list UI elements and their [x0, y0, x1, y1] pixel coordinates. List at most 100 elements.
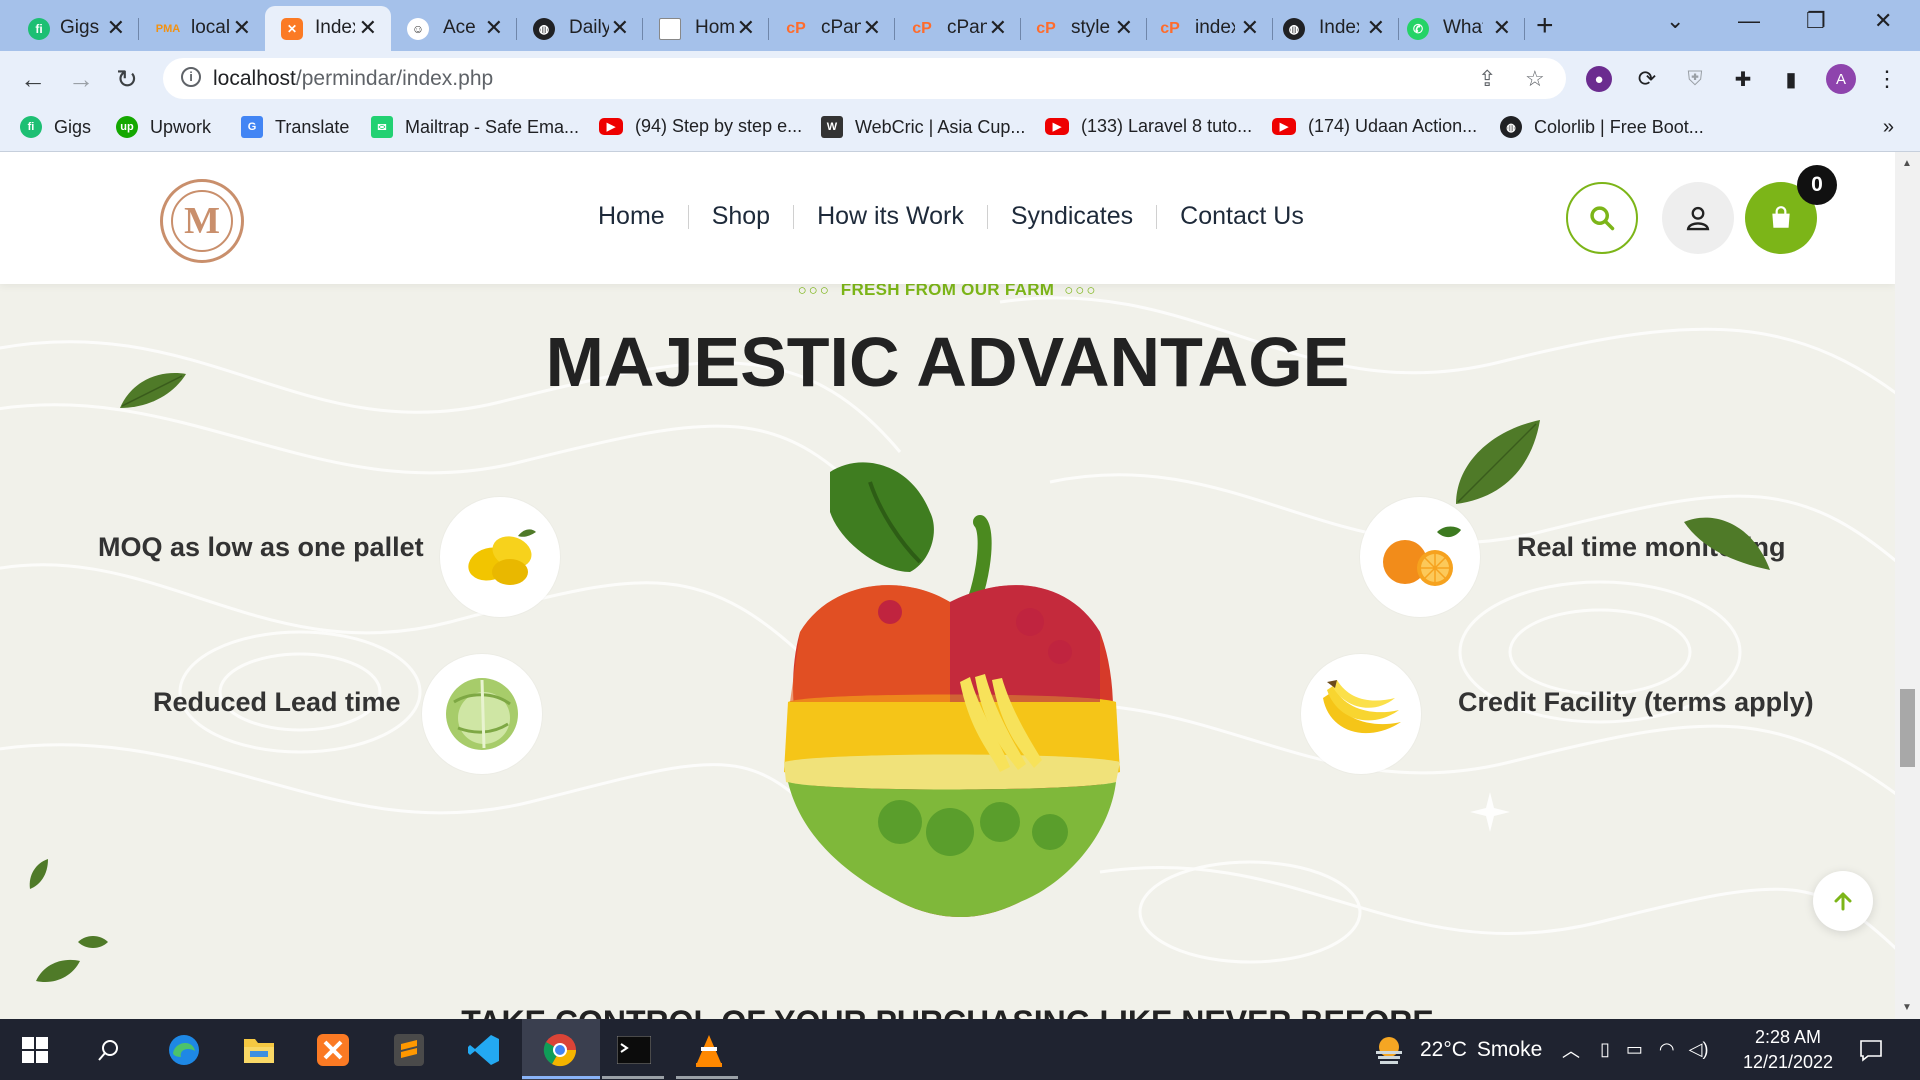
- close-icon[interactable]: ✕: [233, 15, 251, 41]
- extensions-puzzle-icon[interactable]: ✚: [1730, 66, 1756, 92]
- extension-color-icon[interactable]: ●: [1586, 66, 1612, 92]
- edge-browser-icon[interactable]: [165, 1031, 203, 1069]
- scroll-up-arrow-icon[interactable]: ▲: [1902, 158, 1912, 169]
- file-explorer-icon[interactable]: [240, 1031, 278, 1069]
- url-text[interactable]: localhost/permindar/index.php: [213, 67, 493, 91]
- cpanel-icon: cP: [1036, 20, 1056, 37]
- browser-tab[interactable]: ✆ WhatsApp ✕: [1399, 6, 1525, 51]
- bookmark-item[interactable]: ▶ (174) Udaan Action...: [1272, 116, 1477, 137]
- notification-icon[interactable]: [1852, 1031, 1890, 1069]
- browser-tab[interactable]: fi Gigs ✕: [0, 6, 139, 51]
- account-button[interactable]: [1662, 182, 1734, 254]
- bookmark-star-icon[interactable]: ☆: [1525, 66, 1545, 92]
- browser-tab-active[interactable]: ✕ Index ✕: [265, 6, 391, 51]
- browser-toolbar: ← → ↻ i localhost/permindar/index.php ⇪ …: [0, 51, 1920, 106]
- browser-tab[interactable]: cP index ✕: [1147, 6, 1273, 51]
- close-icon[interactable]: ✕: [107, 15, 125, 41]
- scroll-down-arrow-icon[interactable]: ▼: [1902, 1002, 1912, 1013]
- browser-tab[interactable]: ◍ Daily ✕: [517, 6, 643, 51]
- share-icon[interactable]: ⇪: [1478, 66, 1496, 92]
- restore-button[interactable]: ❐: [1806, 8, 1826, 34]
- menu-kebab-icon[interactable]: ⋮: [1874, 66, 1900, 92]
- close-icon[interactable]: ✕: [989, 15, 1007, 41]
- vlc-icon[interactable]: [690, 1031, 728, 1069]
- weather-widget[interactable]: 22°C Smoke: [1372, 1019, 1542, 1080]
- cpanel-icon: cP: [1160, 20, 1180, 37]
- close-icon[interactable]: ✕: [1115, 15, 1133, 41]
- tab-label: style: [1071, 17, 1111, 38]
- close-icon[interactable]: ✕: [359, 15, 377, 41]
- bookmark-item[interactable]: W WebCric | Asia Cup...: [821, 116, 1025, 138]
- ace-icon: ☺: [407, 18, 429, 40]
- volume-icon[interactable]: ◁): [1689, 1039, 1709, 1060]
- search-icon[interactable]: [90, 1031, 128, 1069]
- site-info-icon[interactable]: i: [181, 67, 201, 87]
- vscode-icon[interactable]: [465, 1031, 503, 1069]
- browser-tab[interactable]: Home ✕: [643, 6, 769, 51]
- close-icon[interactable]: ✕: [611, 15, 629, 41]
- scrollbar-thumb[interactable]: [1900, 689, 1915, 767]
- battery-icon[interactable]: ▭: [1626, 1039, 1643, 1060]
- system-clock[interactable]: 2:28 AM 12/21/2022: [1738, 1025, 1838, 1075]
- shopping-bag-icon: [1772, 206, 1790, 228]
- bookmark-item[interactable]: ◍ Colorlib | Free Boot...: [1500, 116, 1704, 138]
- browser-tab[interactable]: cP style ✕: [1021, 6, 1147, 51]
- search-button[interactable]: [1566, 182, 1638, 254]
- phpmyadmin-icon: PMA: [155, 23, 181, 35]
- nav-syndicates[interactable]: Syndicates: [988, 202, 1156, 231]
- windows-start-icon[interactable]: [16, 1031, 54, 1069]
- feature-moq: MOQ as low as one pallet: [98, 532, 424, 562]
- xampp-icon[interactable]: [314, 1031, 352, 1069]
- bookmark-item[interactable]: fi Gigs: [20, 116, 91, 138]
- bookmark-item[interactable]: ▶ (133) Laravel 8 tuto...: [1045, 116, 1252, 137]
- bookmark-item[interactable]: ✉ Mailtrap - Safe Ema...: [371, 116, 579, 138]
- tab-search-icon[interactable]: ⌄: [1666, 8, 1684, 34]
- browser-tab[interactable]: cP cPanel ✕: [769, 6, 895, 51]
- user-icon: [1686, 206, 1710, 231]
- close-icon[interactable]: ✕: [1367, 15, 1385, 41]
- browser-tab-strip: fi Gigs ✕ PMA localhost ✕ ✕ Index ✕ ☺ Ac…: [0, 0, 1920, 51]
- nav-shop[interactable]: Shop: [689, 202, 793, 231]
- device-icon[interactable]: ▯: [1600, 1039, 1610, 1060]
- browser-tab[interactable]: cP cPanel ✕: [895, 6, 1021, 51]
- youtube-icon: ▶: [1272, 118, 1296, 135]
- wifi-icon[interactable]: ◠: [1659, 1039, 1675, 1060]
- browser-tab[interactable]: ☺ Ace ✕: [391, 6, 517, 51]
- new-tab-button[interactable]: +: [1536, 9, 1554, 43]
- nav-home[interactable]: Home: [598, 202, 688, 231]
- nav-how-it-works[interactable]: How its Work: [794, 202, 987, 231]
- extension-shield-icon[interactable]: ⛨: [1682, 66, 1708, 92]
- side-panel-icon[interactable]: ▮: [1778, 66, 1804, 92]
- profile-avatar[interactable]: A: [1826, 64, 1856, 94]
- site-logo[interactable]: M: [160, 179, 244, 263]
- chevron-up-icon[interactable]: ︿: [1562, 1037, 1580, 1063]
- close-icon[interactable]: ✕: [1241, 15, 1259, 41]
- extension-sync-icon[interactable]: ⟳: [1634, 66, 1660, 92]
- browser-tab[interactable]: ◍ Index ✕: [1273, 6, 1399, 51]
- close-icon[interactable]: ✕: [737, 15, 755, 41]
- bookmark-item[interactable]: ▶ (94) Step by step e...: [599, 116, 802, 137]
- close-icon[interactable]: ✕: [1493, 15, 1511, 41]
- close-icon[interactable]: ✕: [485, 15, 503, 41]
- browser-tab[interactable]: PMA localhost ✕: [139, 6, 265, 51]
- page-scrollbar[interactable]: ▲ ▼: [1895, 152, 1920, 1019]
- close-window-button[interactable]: ✕: [1874, 8, 1892, 34]
- sublime-text-icon[interactable]: [390, 1031, 428, 1069]
- forward-button[interactable]: →: [68, 64, 94, 95]
- bookmark-label: (174) Udaan Action...: [1308, 116, 1478, 136]
- site-header: M Home Shop How its Work Syndicates Cont…: [0, 152, 1895, 284]
- bookmark-item[interactable]: G Translate: [241, 116, 349, 138]
- terminal-icon[interactable]: [615, 1031, 653, 1069]
- address-bar[interactable]: i localhost/permindar/index.php ⇪ ☆: [163, 58, 1566, 99]
- close-icon[interactable]: ✕: [863, 15, 881, 41]
- more-bookmarks-icon[interactable]: »: [1883, 116, 1894, 139]
- scroll-to-top-button[interactable]: [1813, 871, 1873, 931]
- bookmark-item[interactable]: up Upwork: [116, 116, 211, 138]
- back-button[interactable]: ←: [20, 64, 46, 95]
- nav-contact-us[interactable]: Contact Us: [1157, 202, 1327, 231]
- feature-image-cabbage: [422, 654, 542, 774]
- chrome-icon[interactable]: [541, 1031, 579, 1069]
- tab-label: index: [1195, 17, 1235, 38]
- reload-button[interactable]: ↻: [116, 64, 138, 95]
- minimize-button[interactable]: —: [1738, 8, 1760, 34]
